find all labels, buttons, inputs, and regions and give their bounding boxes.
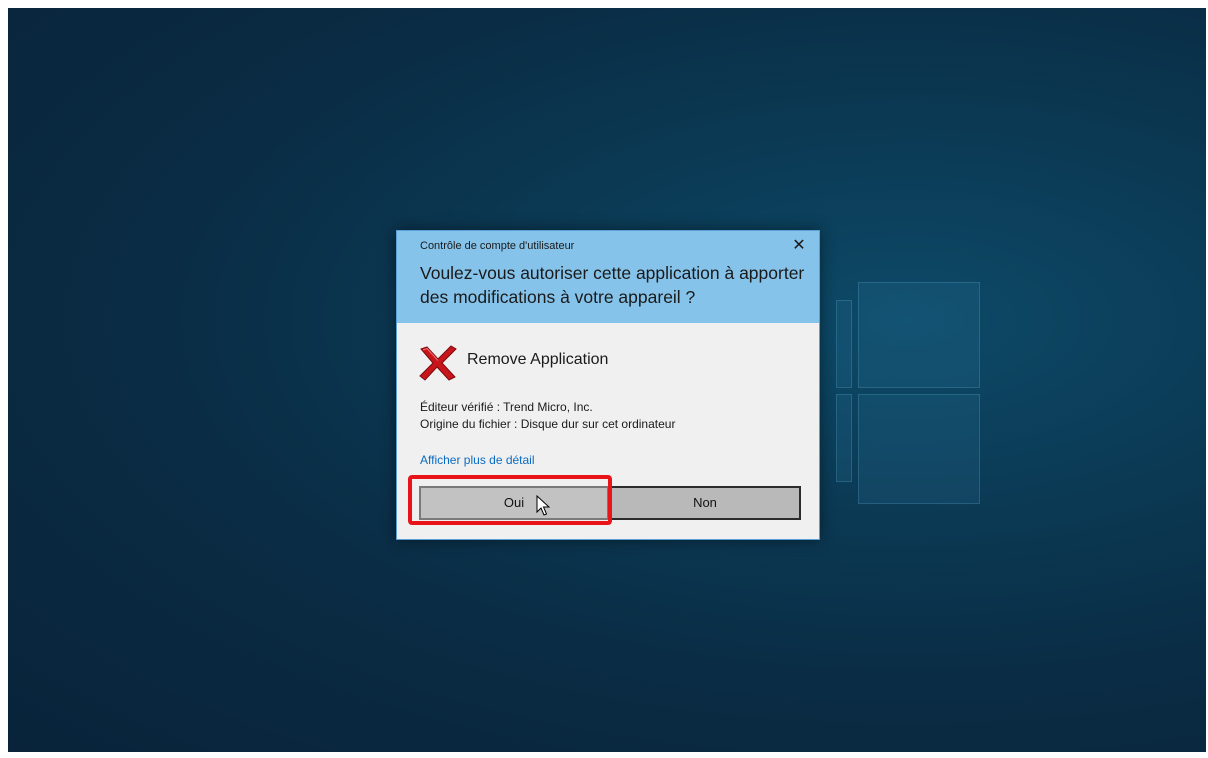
file-origin-text: Origine du fichier : Disque dur sur cet … <box>420 417 676 431</box>
logo-pane-tr <box>858 282 980 388</box>
logo-pane-br <box>858 394 980 504</box>
logo-pane-bl <box>836 394 852 482</box>
no-button[interactable]: Non <box>609 486 801 520</box>
dialog-header: Contrôle de compte d'utilisateur ✕ Voule… <box>397 231 819 323</box>
mouse-pointer-icon <box>536 495 550 516</box>
logo-pane-tl <box>836 300 852 388</box>
app-name: Remove Application <box>467 351 609 368</box>
close-icon[interactable]: ✕ <box>789 236 809 256</box>
dialog-question: Voulez-vous autoriser cette application … <box>420 263 805 307</box>
windows-logo-icon <box>836 276 982 508</box>
red-x-icon <box>419 345 457 381</box>
show-details-link[interactable]: Afficher plus de détail <box>420 453 535 467</box>
highlight-box <box>408 475 612 525</box>
dialog-caption: Contrôle de compte d'utilisateur <box>420 240 575 252</box>
publisher-text: Éditeur vérifié : Trend Micro, Inc. <box>420 400 593 414</box>
